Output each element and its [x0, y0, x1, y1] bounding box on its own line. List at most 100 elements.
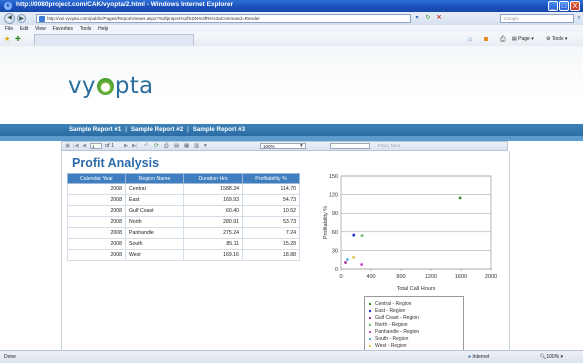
ie-logo-icon: e — [4, 2, 12, 10]
stop-icon[interactable]: ✕ — [435, 14, 443, 23]
cell-duration: 275.24 — [183, 227, 243, 239]
menu-file[interactable]: File — [5, 26, 13, 32]
table-row: 2008 Central 1588.34 114.70 — [67, 183, 300, 195]
chart-legend: Central - Region East - Region Gulf Coast … — [364, 296, 464, 352]
cell-profitability: 54.73 — [242, 194, 300, 206]
cell-duration: 169.16 — [183, 249, 243, 261]
profit-table: Calendar Year Region Name Duration Hrs P… — [67, 173, 300, 261]
table-row: 2008 East 169.93 54.73 — [67, 194, 300, 206]
print-report-icon[interactable]: ⎙ — [164, 143, 168, 150]
status-text: Done — [4, 354, 16, 360]
cell-region: East — [125, 194, 184, 206]
last-page-icon[interactable]: ▶| — [132, 143, 138, 150]
report-nav-bar: Sample Report #1 | Sample Report #2 | Sample… — [0, 124, 583, 136]
legend-item: East - Region — [369, 308, 405, 314]
logo-text-end: pta — [114, 73, 154, 99]
menu-view[interactable]: View — [35, 26, 46, 32]
legend-marker — [369, 330, 371, 333]
address-dropdown-icon[interactable]: ▾ — [413, 14, 421, 23]
first-page-icon[interactable]: |◀ — [73, 143, 79, 150]
report-viewer-toolbar: ▣ |◀ ◀ 1 of 1 ▶ ▶| ↶ ⟳ ⎙ ▤ ▦ ▥ ▾ 100% ▾ … — [61, 141, 508, 151]
y-axis-label: Profitability % — [323, 206, 329, 239]
menu-tools[interactable]: Tools — [80, 26, 92, 32]
cell-duration: 1588.34 — [183, 183, 243, 195]
page-icon — [39, 16, 45, 22]
window-title-bar[interactable]: e http://0080project.com/CAK/vyopta/2.ht… — [0, 0, 583, 12]
browser-tab[interactable] — [34, 34, 194, 46]
legend-item: North - Region — [369, 322, 408, 328]
status-zoom-value: 100% — [546, 354, 560, 360]
site-banner: vy pta — [0, 46, 583, 124]
col-header-region[interactable]: Region Name — [125, 173, 184, 184]
window-title: http://0080project.com/CAK/vyopta/2.html… — [16, 1, 234, 8]
close-window-button[interactable]: X — [570, 1, 580, 11]
x-axis-label: Total Call Hours — [397, 286, 436, 292]
search-icon[interactable]: ⌕ — [575, 14, 583, 23]
cell-duration: 280.91 — [183, 216, 243, 228]
page-setup-icon[interactable]: ▦ — [184, 143, 189, 150]
print-icon[interactable]: ⎙ — [500, 35, 506, 44]
prev-page-icon[interactable]: ◀ — [82, 143, 86, 150]
zone-indicator: ● Internet — [468, 353, 489, 361]
cell-region: Panhandle — [125, 227, 184, 239]
back-report-icon[interactable]: ↶ — [144, 143, 149, 150]
cell-profitability: 15.28 — [242, 238, 300, 250]
legend-label: Panhandle - Region — [375, 329, 420, 335]
back-icon[interactable]: ◀ — [4, 13, 15, 24]
nav-link-report-1[interactable]: Sample Report #1 — [69, 126, 121, 133]
x-tick-label: 800 — [396, 274, 405, 280]
globe-icon: ● — [468, 354, 472, 360]
toggle-params-icon[interactable]: ▣ — [65, 143, 70, 150]
find-input[interactable] — [330, 143, 370, 149]
col-header-duration[interactable]: Duration Hrs — [183, 173, 243, 184]
tools-menu[interactable]: ⚙ Tools ▾ — [546, 35, 567, 44]
maximize-button[interactable]: □ — [559, 1, 569, 11]
legend-marker — [369, 337, 371, 340]
vyopta-logo: vy pta — [68, 73, 153, 99]
export-icon[interactable]: ▥ — [194, 143, 199, 150]
refresh-icon[interactable]: ↻ — [424, 14, 432, 23]
col-header-profitability[interactable]: Profitability % — [242, 173, 300, 184]
search-input[interactable]: Google — [500, 14, 574, 23]
refresh-report-icon[interactable]: ⟳ — [154, 143, 159, 150]
forward-icon[interactable]: ▶ — [17, 14, 26, 23]
address-input[interactable]: http://vsi.vyopta.com/public/Pages/Repor… — [36, 14, 411, 23]
add-favorite-icon[interactable]: ✚ — [15, 35, 21, 44]
col-header-year[interactable]: Calendar Year — [67, 173, 126, 184]
legend-label: Central - Region — [375, 301, 412, 307]
print-layout-icon[interactable]: ▤ — [174, 143, 179, 150]
zoom-dropdown-icon[interactable]: ▾ — [300, 143, 303, 150]
legend-item: Panhandle - Region — [369, 329, 419, 335]
find-next-links[interactable]: Find | Next — [378, 143, 400, 149]
nav-link-report-2[interactable]: Sample Report #2 — [131, 126, 183, 133]
nav-link-report-3[interactable]: Sample Report #3 — [193, 126, 245, 133]
page-total: of 1 — [105, 143, 115, 149]
page-menu-label: Page — [518, 36, 530, 42]
menu-help[interactable]: Help — [98, 26, 108, 32]
report-title: Profit Analysis — [72, 156, 160, 170]
legend-marker — [369, 309, 371, 312]
nav-separator: | — [187, 126, 189, 133]
menu-edit[interactable]: Edit — [20, 26, 29, 32]
x-tick-label: 0 — [339, 274, 342, 280]
page-number-input[interactable]: 1 — [90, 143, 102, 149]
address-toolbar: ◀ ▶ http://vsi.vyopta.com/public/Pages/R… — [0, 12, 583, 26]
feeds-icon[interactable]: ◙ — [484, 35, 488, 44]
favorites-bar: ★ ✚ ⌂ ◙ ⎙ ▤ Page ▾ ⚙ Tools ▾ — [0, 33, 583, 47]
home-icon[interactable]: ⌂ — [468, 35, 472, 44]
cell-profitability: 18.88 — [242, 249, 300, 261]
y-tick-label: 120 — [329, 193, 338, 199]
favorites-star-icon[interactable]: ★ — [4, 35, 10, 44]
zoom-level-control[interactable]: 🔍︎100% ▾ — [540, 353, 563, 361]
save-icon[interactable]: ▾ — [204, 143, 207, 150]
data-point — [344, 261, 347, 264]
y-tick-label: 30 — [332, 248, 338, 254]
menu-favorites[interactable]: Favorites — [52, 26, 73, 32]
next-page-icon[interactable]: ▶ — [124, 143, 128, 150]
zoom-value: 100% — [263, 144, 275, 149]
page-menu[interactable]: ▤ Page ▾ — [512, 35, 534, 44]
data-point — [458, 196, 462, 200]
minimize-button[interactable]: _ — [548, 1, 558, 11]
nav-separator: | — [125, 126, 127, 133]
cell-region: Central — [125, 183, 184, 195]
